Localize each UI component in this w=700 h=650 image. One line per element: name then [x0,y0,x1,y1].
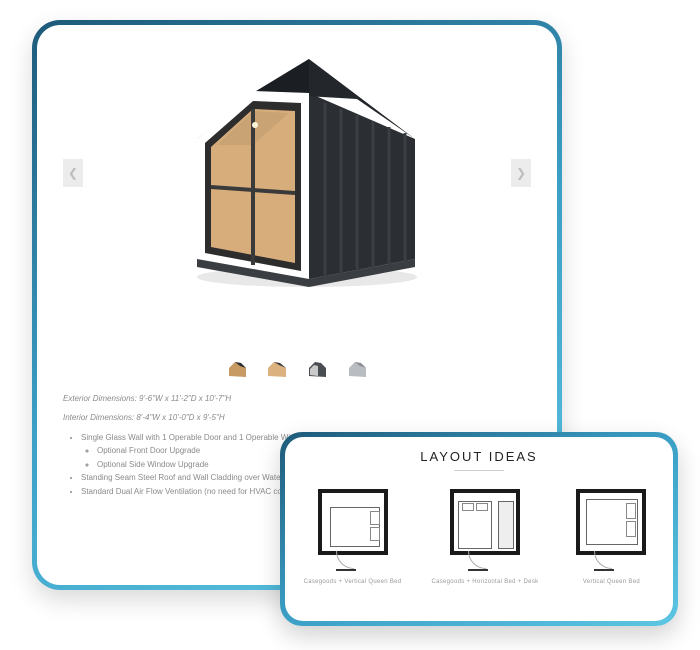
layout-ideas-title: LAYOUT IDEAS [420,449,537,464]
layout-row: Casegoods + Vertical Queen Bed Casegoods… [303,485,655,585]
layout-option-3[interactable]: Vertical Queen Bed [568,485,654,585]
layout-ideas-card: LAYOUT IDEAS Casegoods + Vertical Queen … [280,432,678,626]
layout-option-1[interactable]: Casegoods + Vertical Queen Bed [304,485,402,585]
thumbnail-angle[interactable] [306,359,328,379]
layout-caption: Casegoods + Horizontal Bed + Desk [431,579,538,585]
layout-ideas-inner: LAYOUT IDEAS Casegoods + Vertical Queen … [285,437,673,621]
product-hero-image [167,53,427,293]
layout-plan-icon [442,485,528,569]
thumbnail-row [63,359,531,379]
divider [454,470,504,471]
layout-option-2[interactable]: Casegoods + Horizontal Bed + Desk [431,485,538,585]
thumbnail-grey[interactable] [346,359,368,379]
thumbnail-open[interactable] [266,359,288,379]
layout-plan-icon [568,485,654,569]
exterior-dimensions: Exterior Dimensions: 9'-6"W x 11'-2"D x … [63,393,531,406]
layout-plan-icon [310,485,396,569]
carousel-prev-button[interactable]: ❮ [63,159,83,187]
layout-caption: Casegoods + Vertical Queen Bed [304,579,402,585]
layout-caption: Vertical Queen Bed [583,579,640,585]
product-image-stage: ❮ ❯ [63,43,531,303]
carousel-next-button[interactable]: ❯ [511,159,531,187]
thumbnail-front[interactable] [226,359,248,379]
interior-dimensions: Interior Dimensions: 8'-4"W x 10'-0"D x … [63,412,531,425]
